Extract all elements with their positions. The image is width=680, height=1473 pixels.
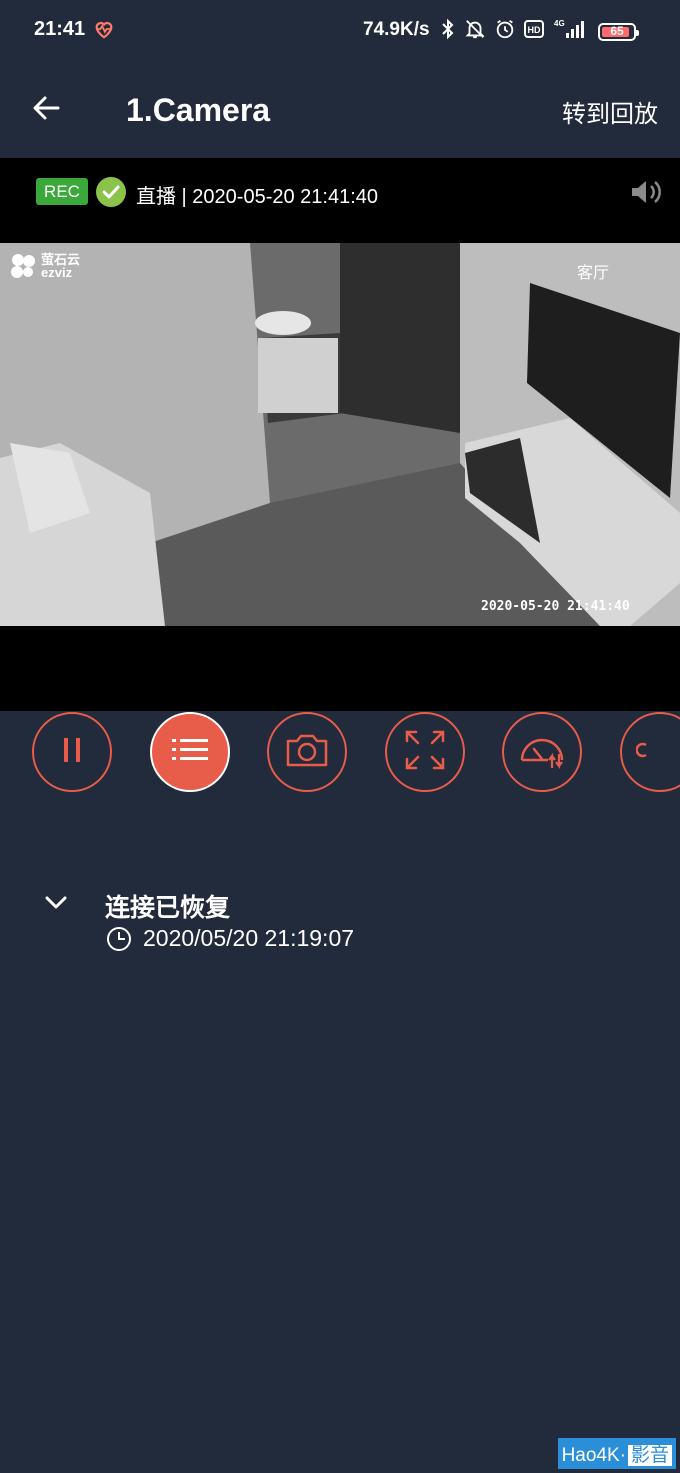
check-circle-icon xyxy=(95,176,127,213)
status-bar: 21:41 74.9K/s HD 4G 65 xyxy=(0,0,680,62)
brand-en: ezviz xyxy=(41,265,73,280)
back-arrow-icon[interactable] xyxy=(30,92,62,129)
event-list-button[interactable] xyxy=(150,712,230,792)
pause-icon xyxy=(57,735,87,770)
network-type: 4G xyxy=(554,19,565,28)
chevron-down-icon[interactable] xyxy=(44,894,68,915)
camera-icon xyxy=(284,731,330,774)
status-time: 21:41 xyxy=(34,18,86,40)
go-to-playback-button[interactable]: 转到回放 xyxy=(562,94,658,129)
control-bar xyxy=(0,711,680,795)
osd-timestamp: 2020-05-20 21:41:40 xyxy=(481,599,630,614)
heart-rate-icon xyxy=(93,18,115,45)
quality-button[interactable] xyxy=(502,712,582,792)
network-speed: 74.9K/s xyxy=(363,19,430,40)
list-icon xyxy=(170,735,210,770)
watermark-suffix: 影音 xyxy=(627,1445,672,1466)
camera-feed[interactable]: 萤石云 ezviz 客厅 2020-05-20 21:41:40 xyxy=(0,243,680,626)
bluetooth-icon xyxy=(440,18,456,45)
event-title: 连接已恢复 xyxy=(105,894,231,922)
speedometer-icon xyxy=(518,730,566,775)
fullscreen-button[interactable] xyxy=(385,712,465,792)
mute-icon xyxy=(464,18,486,45)
speaker-icon[interactable] xyxy=(629,176,663,213)
pause-button[interactable] xyxy=(32,712,112,792)
svg-text:HD: HD xyxy=(528,25,541,35)
page-title: 1.Camera xyxy=(126,92,271,128)
top-nav: 1.Camera 转到回放 xyxy=(0,62,680,158)
room-label: 客厅 xyxy=(577,265,610,282)
ezviz-logo: 萤石云 ezviz xyxy=(9,253,80,279)
video-player[interactable]: REC 直播 | 2020-05-20 21:41:40 萤石云 ezviz 客… xyxy=(0,158,680,711)
live-status-bar: REC 直播 | 2020-05-20 21:41:40 xyxy=(0,158,680,226)
watermark-brand: Hao4K· xyxy=(561,1445,626,1466)
alarm-icon xyxy=(494,18,516,45)
clock-icon xyxy=(106,926,132,957)
camera-image xyxy=(0,243,680,626)
fullscreen-icon xyxy=(403,728,447,777)
live-status-text: 直播 | 2020-05-20 21:41:40 xyxy=(136,186,379,208)
screenshot-button[interactable] xyxy=(267,712,347,792)
hd-icon: HD xyxy=(524,19,544,44)
more-icon xyxy=(635,742,648,763)
more-controls-button[interactable] xyxy=(620,712,680,792)
battery-icon: 65 xyxy=(598,22,639,41)
signal-icon: 4G xyxy=(552,18,588,45)
event-time: 2020/05/20 21:19:07 xyxy=(143,925,355,951)
site-watermark: Hao4K· 影音 xyxy=(557,1438,676,1469)
battery-level: 65 xyxy=(610,23,624,38)
rec-badge: REC xyxy=(36,178,88,205)
